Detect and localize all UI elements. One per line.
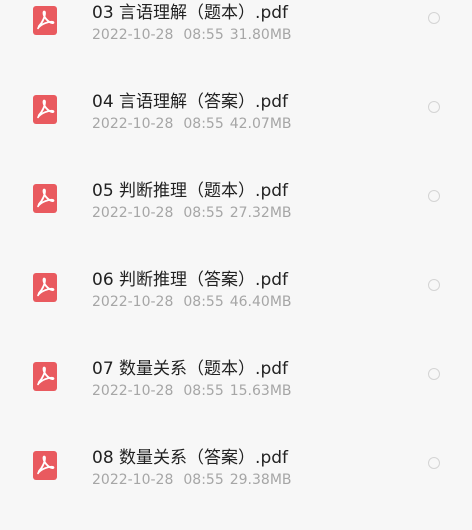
file-date: 2022-10-28: [92, 116, 174, 132]
file-time: 08:55: [183, 205, 224, 221]
file-time: 08:55: [183, 472, 224, 488]
file-size: 46.40MB: [229, 294, 292, 310]
file-list: 03 言语理解（题本）.pdf 2022-10-28 08:55 31.80MB 0…: [0, 0, 472, 530]
file-size: 27.32MB: [229, 205, 292, 221]
file-size: 29.38MB: [229, 472, 292, 488]
file-time: 08:55: [183, 294, 224, 310]
pdf-icon: [33, 451, 57, 480]
file-name: 08 数量关系（答案）.pdf: [92, 448, 289, 468]
pdf-icon: [33, 95, 57, 124]
file-time: 08:55: [183, 383, 224, 399]
pdf-icon: [33, 273, 57, 302]
file-meta: 2022-10-28 08:55 29.38MB: [92, 472, 292, 488]
file-time: 08:55: [183, 116, 224, 132]
file-meta: 2022-10-28 08:55 27.32MB: [92, 205, 292, 221]
file-name: 05 判断推理（题本）.pdf: [92, 181, 289, 201]
file-name: 04 言语理解（答案）.pdf: [92, 92, 289, 112]
file-row[interactable]: 07 数量关系（题本）.pdf 2022-10-28 08:55 15.63MB: [0, 330, 472, 419]
file-size: 31.80MB: [229, 27, 292, 43]
select-radio[interactable]: [428, 279, 440, 291]
pdf-icon: [33, 6, 57, 35]
file-row[interactable]: 06 判断推理（答案）.pdf 2022-10-28 08:55 46.40MB: [0, 241, 472, 330]
select-radio[interactable]: [428, 12, 440, 24]
file-row[interactable]: 03 言语理解（题本）.pdf 2022-10-28 08:55 31.80MB: [0, 0, 472, 63]
select-radio[interactable]: [428, 457, 440, 469]
file-size: 42.07MB: [229, 116, 292, 132]
file-date: 2022-10-28: [92, 472, 174, 488]
file-size: 15.63MB: [229, 383, 292, 399]
file-name: 06 判断推理（答案）.pdf: [92, 270, 289, 290]
file-date: 2022-10-28: [92, 294, 174, 310]
file-date: 2022-10-28: [92, 27, 174, 43]
file-date: 2022-10-28: [92, 383, 174, 399]
file-name: 07 数量关系（题本）.pdf: [92, 359, 289, 379]
file-row[interactable]: 05 判断推理（题本）.pdf 2022-10-28 08:55 27.32MB: [0, 152, 472, 241]
file-meta: 2022-10-28 08:55 15.63MB: [92, 383, 292, 399]
file-meta: 2022-10-28 08:55 42.07MB: [92, 116, 292, 132]
select-radio[interactable]: [428, 368, 440, 380]
file-date: 2022-10-28: [92, 205, 174, 221]
file-meta: 2022-10-28 08:55 46.40MB: [92, 294, 292, 310]
select-radio[interactable]: [428, 190, 440, 202]
file-meta: 2022-10-28 08:55 31.80MB: [92, 27, 292, 43]
file-name: 03 言语理解（题本）.pdf: [92, 3, 289, 23]
pdf-icon: [33, 362, 57, 391]
file-row[interactable]: 08 数量关系（答案）.pdf 2022-10-28 08:55 29.38MB: [0, 419, 472, 508]
select-radio[interactable]: [428, 101, 440, 113]
pdf-icon: [33, 184, 57, 213]
file-time: 08:55: [183, 27, 224, 43]
file-row[interactable]: 04 言语理解（答案）.pdf 2022-10-28 08:55 42.07MB: [0, 63, 472, 152]
